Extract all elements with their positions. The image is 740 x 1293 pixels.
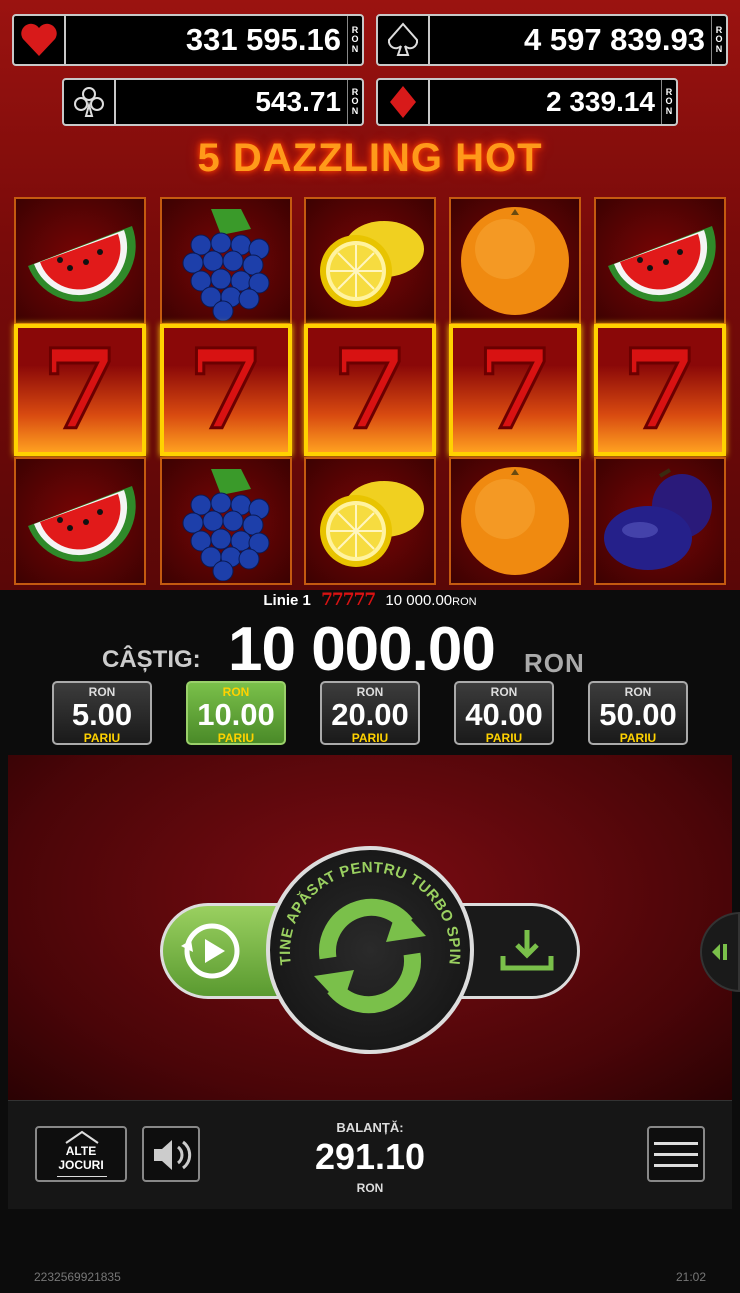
watermelon-icon bbox=[28, 226, 136, 302]
game-title: 5 DAZZLING HOT bbox=[197, 136, 543, 180]
win-currency: RON bbox=[524, 648, 585, 678]
seven-icon: 7 bbox=[330, 325, 410, 454]
clock: 21:02 bbox=[675, 1270, 706, 1284]
menu-button[interactable] bbox=[647, 1126, 705, 1182]
collapse-icon bbox=[712, 944, 727, 960]
autoplay-button[interactable] bbox=[160, 903, 282, 999]
reel-symbol-orange bbox=[449, 457, 581, 585]
speaker-icon bbox=[154, 1140, 192, 1170]
autoplay-icon bbox=[181, 923, 240, 979]
bet-button-10[interactable]: RON 10.00 PARIU bbox=[186, 681, 286, 745]
orange-icon bbox=[461, 467, 569, 575]
hamburger-icon bbox=[654, 1142, 698, 1167]
bet-label: PARIU bbox=[351, 731, 389, 745]
win-line-currency: RON bbox=[452, 596, 477, 608]
club-icon bbox=[64, 80, 116, 124]
win-line-symbols: 77777 bbox=[321, 590, 376, 610]
bet-button-20[interactable]: RON 20.00 PARIU bbox=[320, 681, 420, 745]
grapes-icon bbox=[182, 469, 270, 581]
bet-value: 5.00 bbox=[71, 697, 133, 732]
bet-value: 20.00 bbox=[331, 697, 409, 732]
jackpot-hearts-value: 331 595.16 bbox=[185, 22, 341, 57]
jackpot-clubs-value: 543.71 bbox=[255, 86, 341, 117]
jackpot-clubs-currency: RON bbox=[347, 80, 362, 124]
lemon-icon bbox=[320, 221, 424, 307]
jackpot-diamonds-value: 2 339.14 bbox=[546, 86, 655, 117]
jackpot-spades: 4 597 839.93 RON bbox=[376, 14, 728, 66]
jackpot-hearts-currency: RON bbox=[347, 16, 362, 64]
reel-symbol-watermelon bbox=[594, 197, 726, 325]
orange-icon bbox=[461, 207, 569, 315]
jackpot-diamonds-currency: RON bbox=[661, 80, 676, 124]
reel-symbol-lemon bbox=[304, 457, 436, 585]
save-button[interactable] bbox=[458, 903, 580, 999]
bet-value: 40.00 bbox=[465, 697, 543, 732]
balance-currency: RON bbox=[356, 1181, 384, 1195]
bet-label: PARIU bbox=[619, 731, 657, 745]
reel-symbol-plum bbox=[594, 457, 726, 585]
watermelon-icon bbox=[608, 226, 716, 302]
bet-label: PARIU bbox=[217, 731, 255, 745]
win-line-label: Linie 1 bbox=[263, 592, 311, 609]
seven-icon: 7 bbox=[620, 325, 700, 454]
reel-symbol-seven: 7 bbox=[449, 324, 581, 456]
download-icon bbox=[500, 930, 554, 971]
seven-icon: 7 bbox=[186, 325, 266, 454]
reel-symbol-seven: 7 bbox=[14, 324, 146, 456]
heart-icon bbox=[14, 16, 66, 64]
sound-button[interactable] bbox=[142, 1126, 200, 1182]
jackpot-diamonds: 2 339.14 RON bbox=[376, 78, 678, 126]
bet-button-50[interactable]: RON 50.00 PARIU bbox=[588, 681, 688, 745]
bet-button-40[interactable]: RON 40.00 PARIU bbox=[454, 681, 554, 745]
reel-symbol-watermelon bbox=[14, 197, 146, 325]
reel-symbol-seven: 7 bbox=[304, 324, 436, 456]
win-line-amount: 10 000.00 bbox=[385, 592, 453, 609]
plum-icon bbox=[604, 468, 712, 570]
watermelon-icon bbox=[28, 486, 136, 562]
reel-symbol-watermelon bbox=[14, 457, 146, 585]
grapes-icon bbox=[182, 209, 270, 321]
seven-icon: 7 bbox=[40, 325, 120, 454]
bet-button-5[interactable]: RON 5.00 PARIU bbox=[52, 681, 152, 745]
other-games-button[interactable]: ALTE JOCURI bbox=[35, 1126, 127, 1182]
jackpot-spades-currency: RON bbox=[711, 16, 726, 64]
win-label: CÂȘTIG: bbox=[102, 646, 201, 673]
seven-icon: 7 bbox=[475, 325, 555, 454]
lemon-icon bbox=[320, 481, 424, 567]
spin-button[interactable]: TINE APĂSAT PENTRU TURBO SPIN bbox=[266, 846, 474, 1054]
reel-symbol-seven: 7 bbox=[594, 324, 726, 456]
reel-symbol-orange bbox=[449, 197, 581, 325]
bet-value: 50.00 bbox=[599, 697, 677, 732]
win-line-info: Linie 1 77777 10 000.00RON bbox=[0, 590, 740, 610]
spade-icon bbox=[378, 16, 430, 64]
reel-symbol-grapes bbox=[160, 457, 292, 585]
diamond-icon bbox=[378, 80, 430, 124]
jackpot-clubs: 543.71 RON bbox=[62, 78, 364, 126]
home-icon bbox=[65, 1130, 99, 1144]
bet-label: PARIU bbox=[83, 731, 121, 745]
reel-symbol-grapes bbox=[160, 197, 292, 325]
win-display: CÂȘTIG: 10 000.00 RON bbox=[0, 612, 740, 684]
other-games-label: ALTE JOCURI bbox=[58, 1144, 104, 1172]
balance-value: 291.10 bbox=[314, 1136, 426, 1177]
bet-label: PARIU bbox=[485, 731, 523, 745]
reel-symbol-lemon bbox=[304, 197, 436, 325]
reel-symbol-seven: 7 bbox=[160, 324, 292, 456]
bet-value: 10.00 bbox=[197, 697, 275, 732]
win-amount: 10 000.00 bbox=[228, 615, 496, 684]
jackpot-hearts: 331 595.16 RON bbox=[12, 14, 364, 66]
refresh-icon bbox=[314, 898, 426, 1014]
balance-label: BALANȚĂ: bbox=[336, 1120, 404, 1135]
session-id: 2232569921835 bbox=[34, 1270, 121, 1284]
jackpot-spades-value: 4 597 839.93 bbox=[523, 22, 705, 57]
